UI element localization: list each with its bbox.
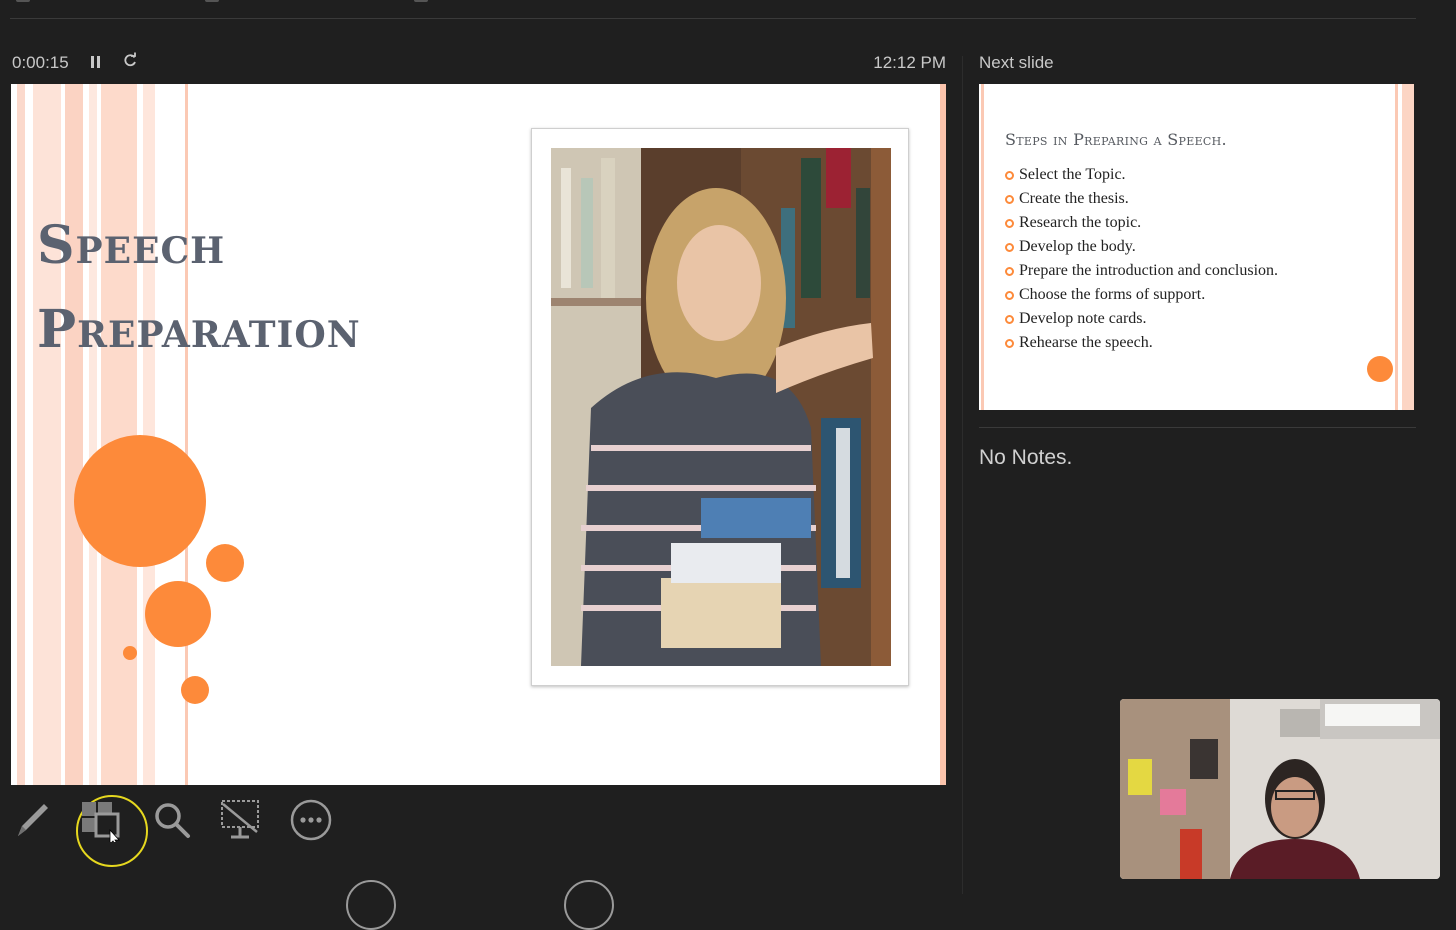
next-slide-label: Next slide <box>979 53 1054 72</box>
bullet-icon <box>1005 266 1014 276</box>
black-screen-icon <box>221 800 259 839</box>
bullet-icon <box>1005 170 1014 180</box>
see-all-slides-button[interactable] <box>80 798 124 842</box>
pause-timer-button[interactable] <box>88 54 104 70</box>
top-toolbar <box>0 0 1456 18</box>
settings-icon[interactable] <box>205 0 219 2</box>
list-item: Create the thesis. <box>1005 187 1278 211</box>
next-slide-title: Steps in Preparing a Speech. <box>1005 130 1227 149</box>
pen-icon <box>18 804 48 836</box>
next-slide-button[interactable] <box>564 880 614 930</box>
list-item-text: Research the topic. <box>1019 214 1142 231</box>
decorative-circle <box>181 676 209 704</box>
decorative-circle <box>206 544 244 582</box>
bullet-icon <box>1005 338 1014 348</box>
next-slide-bullets: Select the Topic. Create the thesis. Res… <box>1005 163 1278 355</box>
list-item-text: Select the Topic. <box>1019 166 1126 183</box>
list-item: Prepare the introduction and conclusion. <box>1005 259 1278 283</box>
more-options-button[interactable] <box>289 798 333 842</box>
restart-timer-button[interactable] <box>120 52 140 72</box>
black-screen-button[interactable] <box>219 798 263 842</box>
bullet-icon <box>1005 218 1014 228</box>
list-item-text: Develop the body. <box>1019 238 1136 255</box>
slide-stripe <box>17 84 25 785</box>
clock: 12:12 PM <box>873 53 946 72</box>
slides-grid-icon <box>82 802 120 842</box>
current-slide[interactable]: Speech Preparation <box>11 84 946 785</box>
list-item-text: Create the thesis. <box>1019 190 1129 207</box>
zoom-button[interactable] <box>150 798 194 842</box>
decorative-circle <box>1367 356 1393 382</box>
restart-icon <box>124 52 136 67</box>
decorative-circle <box>74 435 206 567</box>
list-item: Rehearse the speech. <box>1005 331 1278 355</box>
elapsed-timer: 0:00:15 <box>12 53 69 72</box>
webcam-video <box>1120 699 1440 879</box>
pause-icon <box>91 56 100 68</box>
slide-stripe <box>981 84 984 410</box>
panel-divider <box>962 56 963 894</box>
student-with-books-photo <box>551 148 891 666</box>
list-item: Develop note cards. <box>1005 307 1278 331</box>
slide-photo-frame <box>531 128 909 686</box>
previous-slide-button[interactable] <box>346 880 396 930</box>
slide-stripe <box>89 84 97 785</box>
next-slide-preview[interactable]: Steps in Preparing a Speech. Select the … <box>979 84 1414 410</box>
slide-title-line: Preparation <box>37 299 361 360</box>
slide-title: Speech Preparation <box>37 204 537 372</box>
decorative-circle <box>123 646 137 660</box>
menu-icon[interactable] <box>16 0 30 2</box>
slide-stripe <box>33 84 61 785</box>
list-item-text: Prepare the introduction and conclusion. <box>1019 262 1279 279</box>
more-options-icon <box>290 799 332 841</box>
decorative-circle <box>145 581 211 647</box>
bullet-icon <box>1005 242 1014 252</box>
list-item: Select the Topic. <box>1005 163 1278 187</box>
toolbar-icon[interactable] <box>414 0 428 2</box>
slide-stripe <box>65 84 83 785</box>
slide-title-line: Speech <box>37 215 226 276</box>
bullet-icon <box>1005 290 1014 300</box>
speaker-notes: No Notes. <box>979 446 1073 469</box>
slide-stripe <box>940 84 946 785</box>
slide-stripe <box>1402 84 1414 410</box>
list-item-text: Choose the forms of support. <box>1019 286 1206 303</box>
notes-divider <box>979 427 1416 428</box>
top-divider <box>10 18 1416 19</box>
list-item-text: Develop note cards. <box>1019 310 1147 327</box>
zoom-icon <box>155 803 190 838</box>
list-item: Choose the forms of support. <box>1005 283 1278 307</box>
pen-tool-button[interactable] <box>10 798 54 842</box>
list-item: Develop the body. <box>1005 235 1278 259</box>
bullet-icon <box>1005 314 1014 324</box>
list-item: Research the topic. <box>1005 211 1278 235</box>
slide-stripe <box>1395 84 1398 410</box>
bullet-icon <box>1005 194 1014 204</box>
list-item-text: Rehearse the speech. <box>1019 334 1153 351</box>
